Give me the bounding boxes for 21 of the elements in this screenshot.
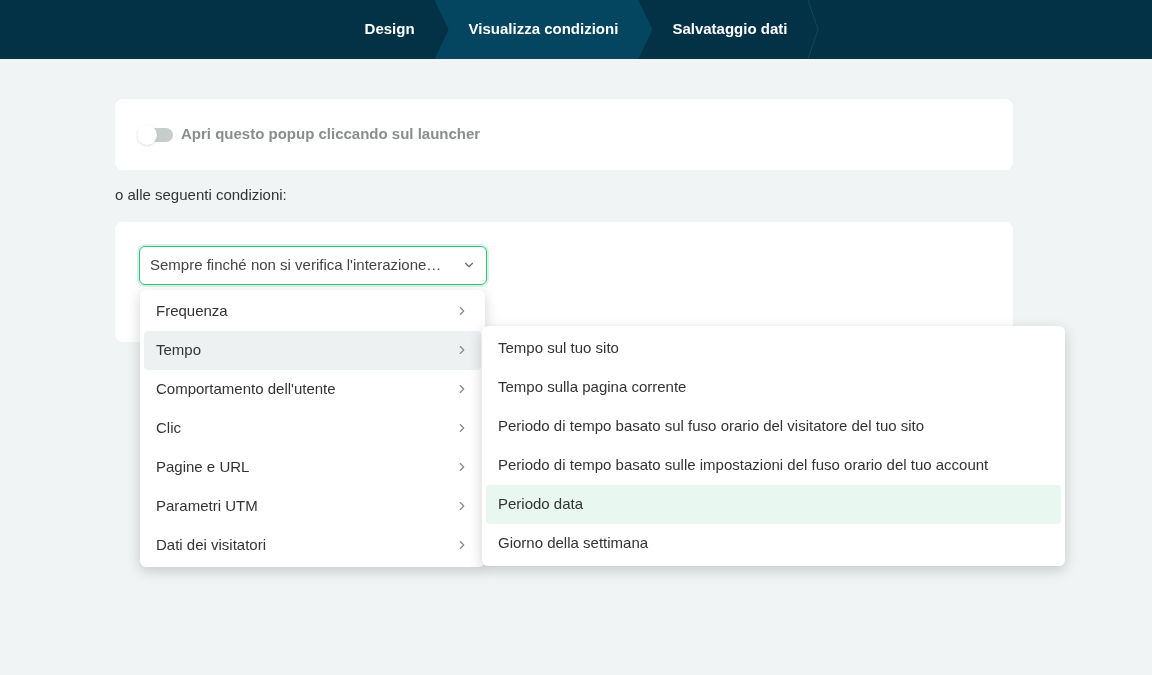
step-tab[interactable]: Visualizza condizioni xyxy=(434,0,653,59)
menu-item[interactable]: Dati dei visitatori xyxy=(144,525,481,565)
step-tab[interactable]: Design xyxy=(344,0,435,59)
condition-select[interactable]: Sempre finché non si verifica l'interazione… xyxy=(139,245,487,285)
menu-item[interactable]: Tempo xyxy=(144,330,481,370)
menu-item[interactable]: Clic xyxy=(144,408,481,448)
menu-item[interactable]: Comportamento dell'utente xyxy=(144,369,481,409)
menu-item[interactable]: Parametri UTM xyxy=(144,486,481,526)
submenu-item[interactable]: Tempo sulla pagina corrente xyxy=(486,367,1061,407)
toggle-switch[interactable] xyxy=(137,127,173,142)
menu-item[interactable]: Frequenza xyxy=(144,291,481,331)
submenu-item[interactable]: Periodo data xyxy=(486,484,1061,524)
conditions-intro: o alle seguenti condizioni: xyxy=(115,185,288,205)
submenu-item[interactable]: Periodo di tempo basato sul fuso orario del visitatore del tuo sito xyxy=(486,406,1061,446)
menu-item[interactable]: Pagine e URL xyxy=(144,447,481,487)
chevron-divider-icon xyxy=(807,0,820,59)
submenu-item[interactable]: Giorno della settimana xyxy=(486,523,1061,563)
step-tab[interactable]: Salvataggio dati xyxy=(652,0,808,59)
toggle-label: Apri questo popup cliccando sul launcher xyxy=(181,124,481,145)
submenu-item[interactable]: Periodo di tempo basato sulle impostazioni del fuso orario del tuo account xyxy=(486,445,1061,485)
submenu-item[interactable]: Tempo sul tuo sito xyxy=(486,328,1061,368)
